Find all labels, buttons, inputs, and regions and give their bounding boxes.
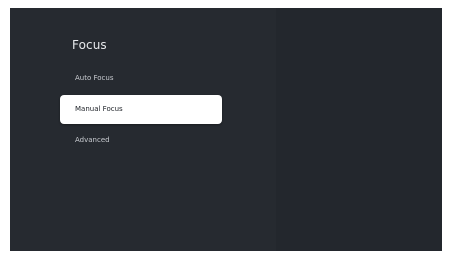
menu-item-label: Advanced	[75, 136, 110, 144]
menu-item-auto-focus[interactable]: Auto Focus	[60, 64, 222, 93]
tv-screen: Focus Auto Focus Manual Focus Advanced	[10, 8, 442, 251]
menu-item-label: Manual Focus	[75, 105, 123, 113]
menu-item-label: Auto Focus	[75, 74, 114, 82]
focus-settings-panel: Focus Auto Focus Manual Focus Advanced	[10, 8, 276, 251]
menu-item-manual-focus[interactable]: Manual Focus	[60, 95, 222, 124]
menu-item-advanced[interactable]: Advanced	[60, 126, 222, 155]
page-title: Focus	[72, 38, 107, 52]
